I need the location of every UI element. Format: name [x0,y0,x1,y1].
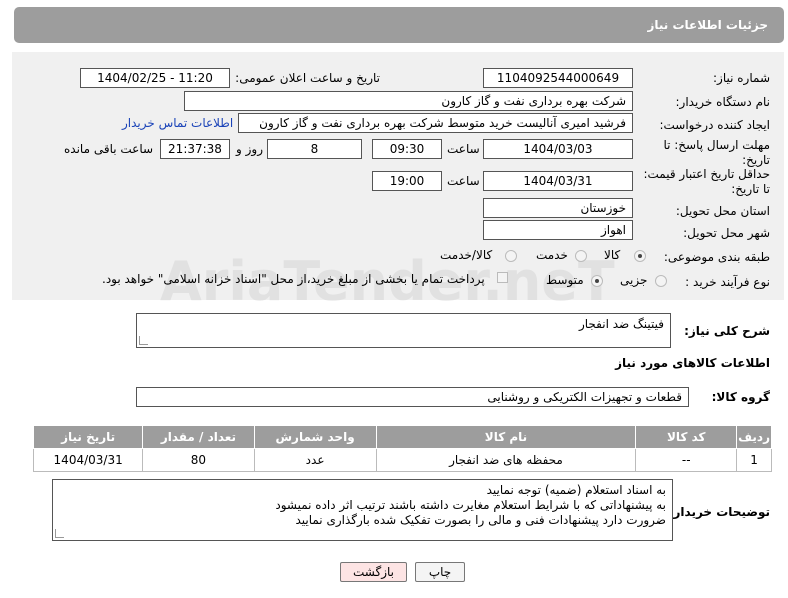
need-number-field[interactable]: 1104092544000649 [483,68,633,88]
cell-need-date: 1404/03/31 [32,448,144,472]
cell-unit: عدد [253,448,377,472]
province-field[interactable]: خوزستان [483,198,633,218]
print-button[interactable]: چاپ [415,562,465,582]
category-option-goods: کالا [604,248,621,262]
city-field[interactable]: اهواز [483,220,633,240]
buyer-note-line: به اسناد استعلام (ضمیه) توجه نمایید [486,483,666,497]
page-header: جزئیات اطلاعات نیاز [14,7,784,43]
description-text: فیتینگ ضد انفجار [578,317,664,331]
back-button[interactable]: بازگشت [340,562,407,582]
goods-section-title: اطلاعات کالاهای مورد نیاز [615,356,770,370]
treasury-note: پرداخت تمام یا بخشی از مبلغ خرید،از محل … [102,272,485,286]
col-header-unit: واحد شمارش [253,425,377,449]
col-header-item-name: نام کالا [375,425,637,449]
reply-date-field[interactable]: 1404/03/03 [483,139,633,159]
announce-datetime-label: تاریخ و ساعت اعلان عمومی: [235,71,380,85]
need-number-label: شماره نیاز: [713,71,770,85]
description-textarea[interactable]: فیتینگ ضد انفجار [136,313,671,348]
purchase-option-minor: جزیی [620,273,648,287]
treasury-checkbox[interactable] [497,272,508,283]
buyer-note-line: ضرورت دارد پیشنهادات فنی و مالی را بصورت… [295,513,666,527]
reply-days-field[interactable]: 8 [267,139,362,159]
price-validity-label-2: تا تاریخ: [731,182,770,196]
buyer-org-label: نام دستگاه خریدار: [675,95,771,109]
buyer-notes-textarea[interactable]: به اسناد استعلام (ضمیه) توجه نمایید به پ… [52,479,673,541]
goods-group-field[interactable]: قطعات و تجهیزات الکتریکی و روشنایی [136,387,689,407]
page-title: جزئیات اطلاعات نیاز [647,18,768,32]
purchase-type-label: نوع فرآیند خرید : [685,275,770,289]
purchase-radio-medium[interactable] [591,275,603,287]
reply-days-label: روز و [236,142,263,156]
reply-deadline-label-1: مهلت ارسال پاسخ: تا [663,138,770,152]
category-option-service: خدمت [536,248,568,262]
resize-grip-icon[interactable] [139,336,148,345]
price-validity-date-field[interactable]: 1404/03/31 [483,171,633,191]
cell-item-code: -- [635,448,738,472]
announce-datetime-field[interactable]: 1404/02/25 - 11:20 [80,68,230,88]
remaining-time-field[interactable]: 21:37:38 [160,139,230,159]
category-radio-goods[interactable] [634,250,646,262]
cell-item-name: محفظه های ضد انفجار [375,448,637,472]
category-radio-goods-service[interactable] [505,250,517,262]
city-label: شهر محل تحویل: [683,226,770,240]
col-header-need-date: تاریخ نیاز [32,425,144,449]
cell-quantity: 80 [142,448,255,472]
table-row[interactable]: 1 -- محفظه های ضد انفجار عدد 80 1404/03/… [32,448,772,472]
reply-deadline-label-2: تاریخ: [742,153,770,167]
price-validity-label-1: حداقل تاریخ اعتبار قیمت: [643,167,770,181]
category-radio-service[interactable] [575,250,587,262]
price-validity-time-label: ساعت [447,174,480,188]
buyer-org-field[interactable]: شرکت بهره برداری نفت و گاز کارون [184,91,633,111]
reply-time-label: ساعت [447,142,480,156]
buyer-contact-link[interactable]: اطلاعات تماس خریدار [122,116,233,130]
creator-field[interactable]: فرشید امیری آنالیست خرید متوسط شرکت بهره… [238,113,633,133]
province-label: استان محل تحویل: [675,204,770,218]
remaining-time-label: ساعت باقی مانده [64,142,154,156]
col-header-row-number: ردیف [736,425,772,449]
reply-time-field[interactable]: 09:30 [372,139,442,159]
goods-group-label: گروه کالا: [711,390,770,404]
price-validity-time-field[interactable]: 19:00 [372,171,442,191]
items-table: ردیف کد کالا نام کالا واحد شمارش تعداد /… [32,425,772,472]
buyer-note-line: به پیشنهاداتی که با شرایط استعلام مغایرت… [275,498,666,512]
description-label: شرح کلی نیاز: [684,324,770,338]
buyer-notes-label: توضیحات خریدار: [668,505,770,519]
col-header-quantity: تعداد / مقدار [142,425,255,449]
resize-grip-icon[interactable] [55,529,64,538]
purchase-radio-minor[interactable] [655,275,667,287]
category-option-goods-service: کالا/خدمت [440,248,493,262]
category-label: طبقه بندی موضوعی: [663,250,770,264]
creator-label: ایجاد کننده درخواست: [659,118,770,132]
purchase-option-medium: متوسط [546,273,584,287]
cell-row-number: 1 [736,448,772,472]
table-header-row: ردیف کد کالا نام کالا واحد شمارش تعداد /… [32,425,772,449]
col-header-item-code: کد کالا [635,425,738,449]
